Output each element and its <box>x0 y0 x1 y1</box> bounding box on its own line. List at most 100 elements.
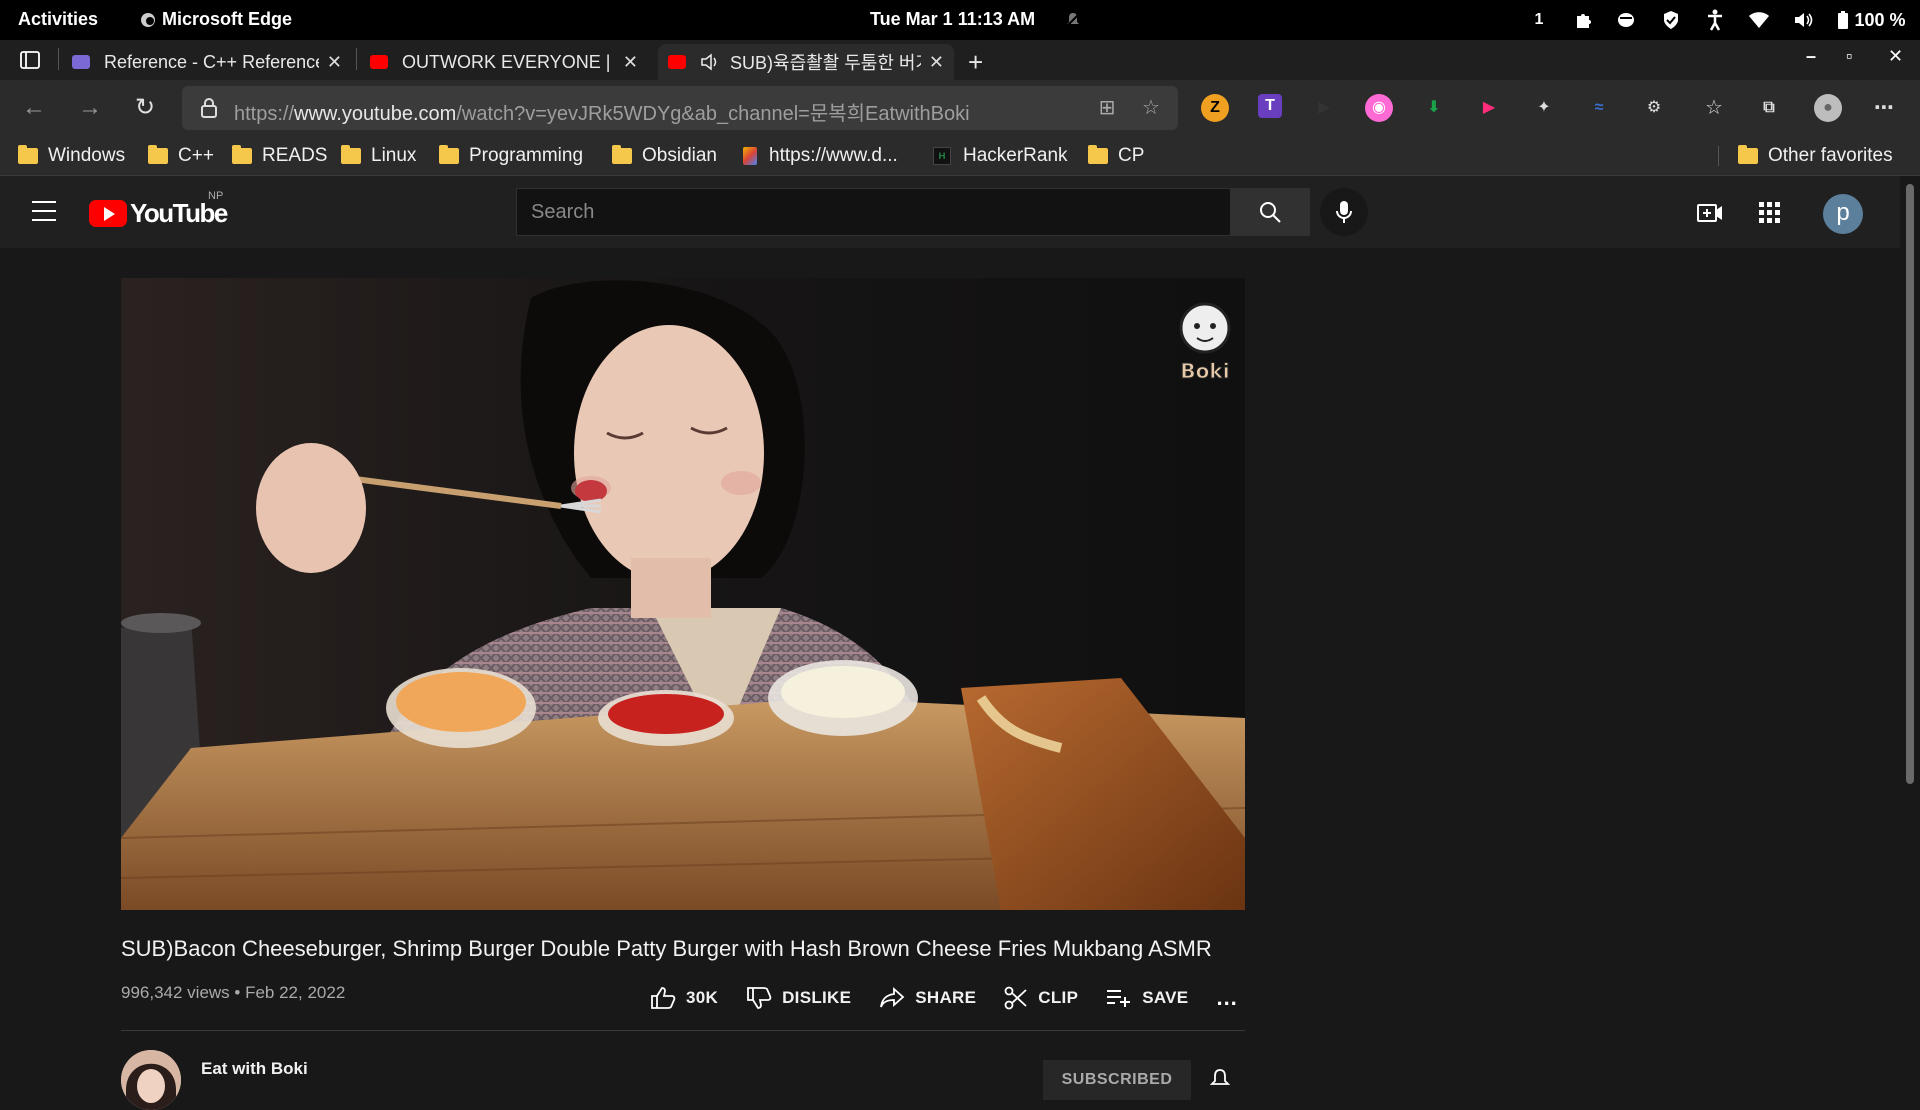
address-bar[interactable]: https://www.youtube.com/watch?v=yevJRk5W… <box>182 86 1178 130</box>
edge-icon <box>141 12 155 27</box>
caffeine-icon[interactable] <box>1616 9 1638 31</box>
favorite-link-d[interactable]: https://www.d... <box>743 143 898 169</box>
tab-actions-icon[interactable] <box>20 51 40 69</box>
favorite-folder-programming[interactable]: Programming <box>439 143 583 169</box>
page-scrollbar[interactable] <box>1900 176 1920 1080</box>
create-video-icon[interactable] <box>1697 200 1723 226</box>
voice-search-button[interactable] <box>1320 188 1368 236</box>
system-top-bar: Activities Microsoft Edge Tue Mar 1 11:1… <box>0 0 1920 40</box>
app-available-icon[interactable]: ⊞ <box>1096 97 1118 119</box>
minimize-window-icon[interactable]: – <box>1806 46 1816 67</box>
save-label: SAVE <box>1142 988 1189 1007</box>
folder-icon <box>612 145 632 164</box>
extension-dark-icon[interactable]: ✦ <box>1530 94 1558 122</box>
tab-cpp-reference[interactable]: Reference - C++ Reference ✕ <box>62 44 352 80</box>
youtube-logo[interactable]: YouTube NP <box>89 190 228 229</box>
tab-boki-video[interactable]: SUB)육즙촬촬 두툼한 버거 ✕ <box>658 44 954 80</box>
like-count: 30K <box>686 988 719 1007</box>
extension-download-icon[interactable]: ⬇ <box>1420 94 1448 122</box>
favorites-separator <box>1718 146 1719 166</box>
favorite-folder-cp[interactable]: CP <box>1088 143 1144 169</box>
search-button[interactable] <box>1230 188 1310 236</box>
extension-orange-icon[interactable]: Z <box>1201 94 1229 122</box>
workspace-indicator[interactable]: 1 <box>1528 9 1550 31</box>
volume-icon[interactable] <box>1792 9 1814 31</box>
activities-button[interactable]: Activities <box>18 9 98 30</box>
notification-muted-icon <box>1066 13 1080 27</box>
battery-indicator[interactable]: 100 % <box>1836 9 1908 31</box>
url-text[interactable]: https://www.youtube.com/watch?v=yevJRk5W… <box>234 97 970 126</box>
video-frame <box>121 278 1245 910</box>
channel-avatar[interactable] <box>121 1050 181 1110</box>
accessibility-icon[interactable] <box>1704 9 1726 31</box>
navigation-toolbar: ← → ↻ https://www.youtube.com/watch?v=ye… <box>0 80 1920 136</box>
menu-hamburger-icon[interactable] <box>32 201 56 221</box>
close-tab-icon[interactable]: ✕ <box>327 52 342 73</box>
youtube-favicon-icon <box>668 55 686 69</box>
shield-icon[interactable] <box>1660 9 1682 31</box>
favorite-folder-other[interactable]: Other favorites <box>1738 143 1893 169</box>
app-menu[interactable]: Microsoft Edge <box>140 9 292 30</box>
link-favicon-icon <box>743 147 757 165</box>
favorite-folder-obsidian[interactable]: Obsidian <box>612 143 717 169</box>
youtube-header: YouTube NP Search p <box>0 176 1900 248</box>
extension-play-icon[interactable]: ▶ <box>1310 94 1338 122</box>
cpp-reference-favicon-icon <box>72 55 90 69</box>
forward-arrow-icon[interactable]: → <box>76 94 104 122</box>
extension-pink-circle-icon[interactable]: ◉ <box>1365 94 1393 122</box>
favorite-link-hackerrank[interactable]: H HackerRank <box>933 143 1068 169</box>
youtube-favicon-icon <box>370 55 388 69</box>
extensions-icon[interactable]: ⚙ <box>1640 94 1668 122</box>
more-actions-icon[interactable]: ... <box>1216 985 1237 1011</box>
close-tab-icon[interactable]: ✕ <box>623 52 638 73</box>
refresh-icon[interactable]: ↻ <box>131 94 159 122</box>
clip-button[interactable]: CLIP <box>1004 986 1078 1010</box>
video-player[interactable]: Boki <box>121 278 1245 910</box>
apps-grid-icon[interactable] <box>1757 200 1783 226</box>
wifi-icon[interactable] <box>1748 9 1770 31</box>
notification-bell-icon[interactable] <box>1209 1068 1231 1090</box>
favorite-folder-linux[interactable]: Linux <box>341 143 416 169</box>
new-tab-button[interactable]: + <box>960 44 1000 80</box>
dislike-button[interactable]: DISLIKE <box>746 986 851 1010</box>
clock[interactable]: Tue Mar 1 11:13 AM <box>870 9 1035 30</box>
add-favorite-star-icon[interactable]: ☆ <box>1140 97 1162 119</box>
boki-watermark-logo: Boki <box>1179 302 1231 384</box>
thumbs-up-icon <box>651 987 676 1009</box>
tab-outwork-everyone[interactable]: OUTWORK EVERYONE | Y ✕ <box>360 44 648 80</box>
favorite-folder-cpp[interactable]: C++ <box>148 143 214 169</box>
battery-percent: 100 % <box>1854 9 1906 30</box>
extension-pink-play-icon[interactable]: ▶ <box>1475 94 1503 122</box>
search-input[interactable]: Search <box>516 188 1230 236</box>
subscribed-button[interactable]: SUBSCRIBED <box>1043 1060 1191 1100</box>
folder-icon <box>1088 145 1108 164</box>
folder-icon <box>148 145 168 164</box>
collections-icon[interactable]: ⧉ <box>1755 94 1783 122</box>
favorite-folder-reads[interactable]: READS <box>232 143 327 169</box>
share-label: SHARE <box>915 988 977 1007</box>
favorites-icon[interactable]: ☆ <box>1700 94 1728 122</box>
tab-audio-playing-icon[interactable] <box>700 53 720 71</box>
like-button[interactable]: 30K <box>650 986 718 1010</box>
scrollbar-thumb[interactable] <box>1906 184 1914 784</box>
account-avatar[interactable]: p <box>1823 194 1863 234</box>
extensions-puzzle-icon[interactable] <box>1572 9 1594 31</box>
favorite-label: Other favorites <box>1768 145 1893 166</box>
close-window-icon[interactable]: ✕ <box>1888 46 1903 67</box>
settings-more-icon[interactable]: ⋯ <box>1870 94 1898 122</box>
save-button[interactable]: SAVE <box>1106 987 1188 1009</box>
url-host: www.youtube.com <box>294 103 457 125</box>
share-button[interactable]: SHARE <box>879 986 976 1010</box>
extension-purple-icon[interactable]: T <box>1258 94 1282 118</box>
extension-blue-wave-icon[interactable]: ≈ <box>1585 94 1613 122</box>
close-tab-icon[interactable]: ✕ <box>929 52 944 73</box>
system-tray: 1 100 % <box>1528 0 1908 40</box>
clip-label: CLIP <box>1038 988 1079 1007</box>
channel-name[interactable]: Eat with Boki <box>201 1059 308 1079</box>
favorite-folder-windows[interactable]: Windows <box>18 143 125 169</box>
app-name: Microsoft Edge <box>162 9 293 29</box>
profile-icon[interactable]: ● <box>1814 94 1842 122</box>
maximize-window-icon[interactable]: ▫ <box>1846 46 1852 67</box>
lock-icon[interactable] <box>200 98 218 118</box>
back-arrow-icon[interactable]: ← <box>20 94 48 122</box>
